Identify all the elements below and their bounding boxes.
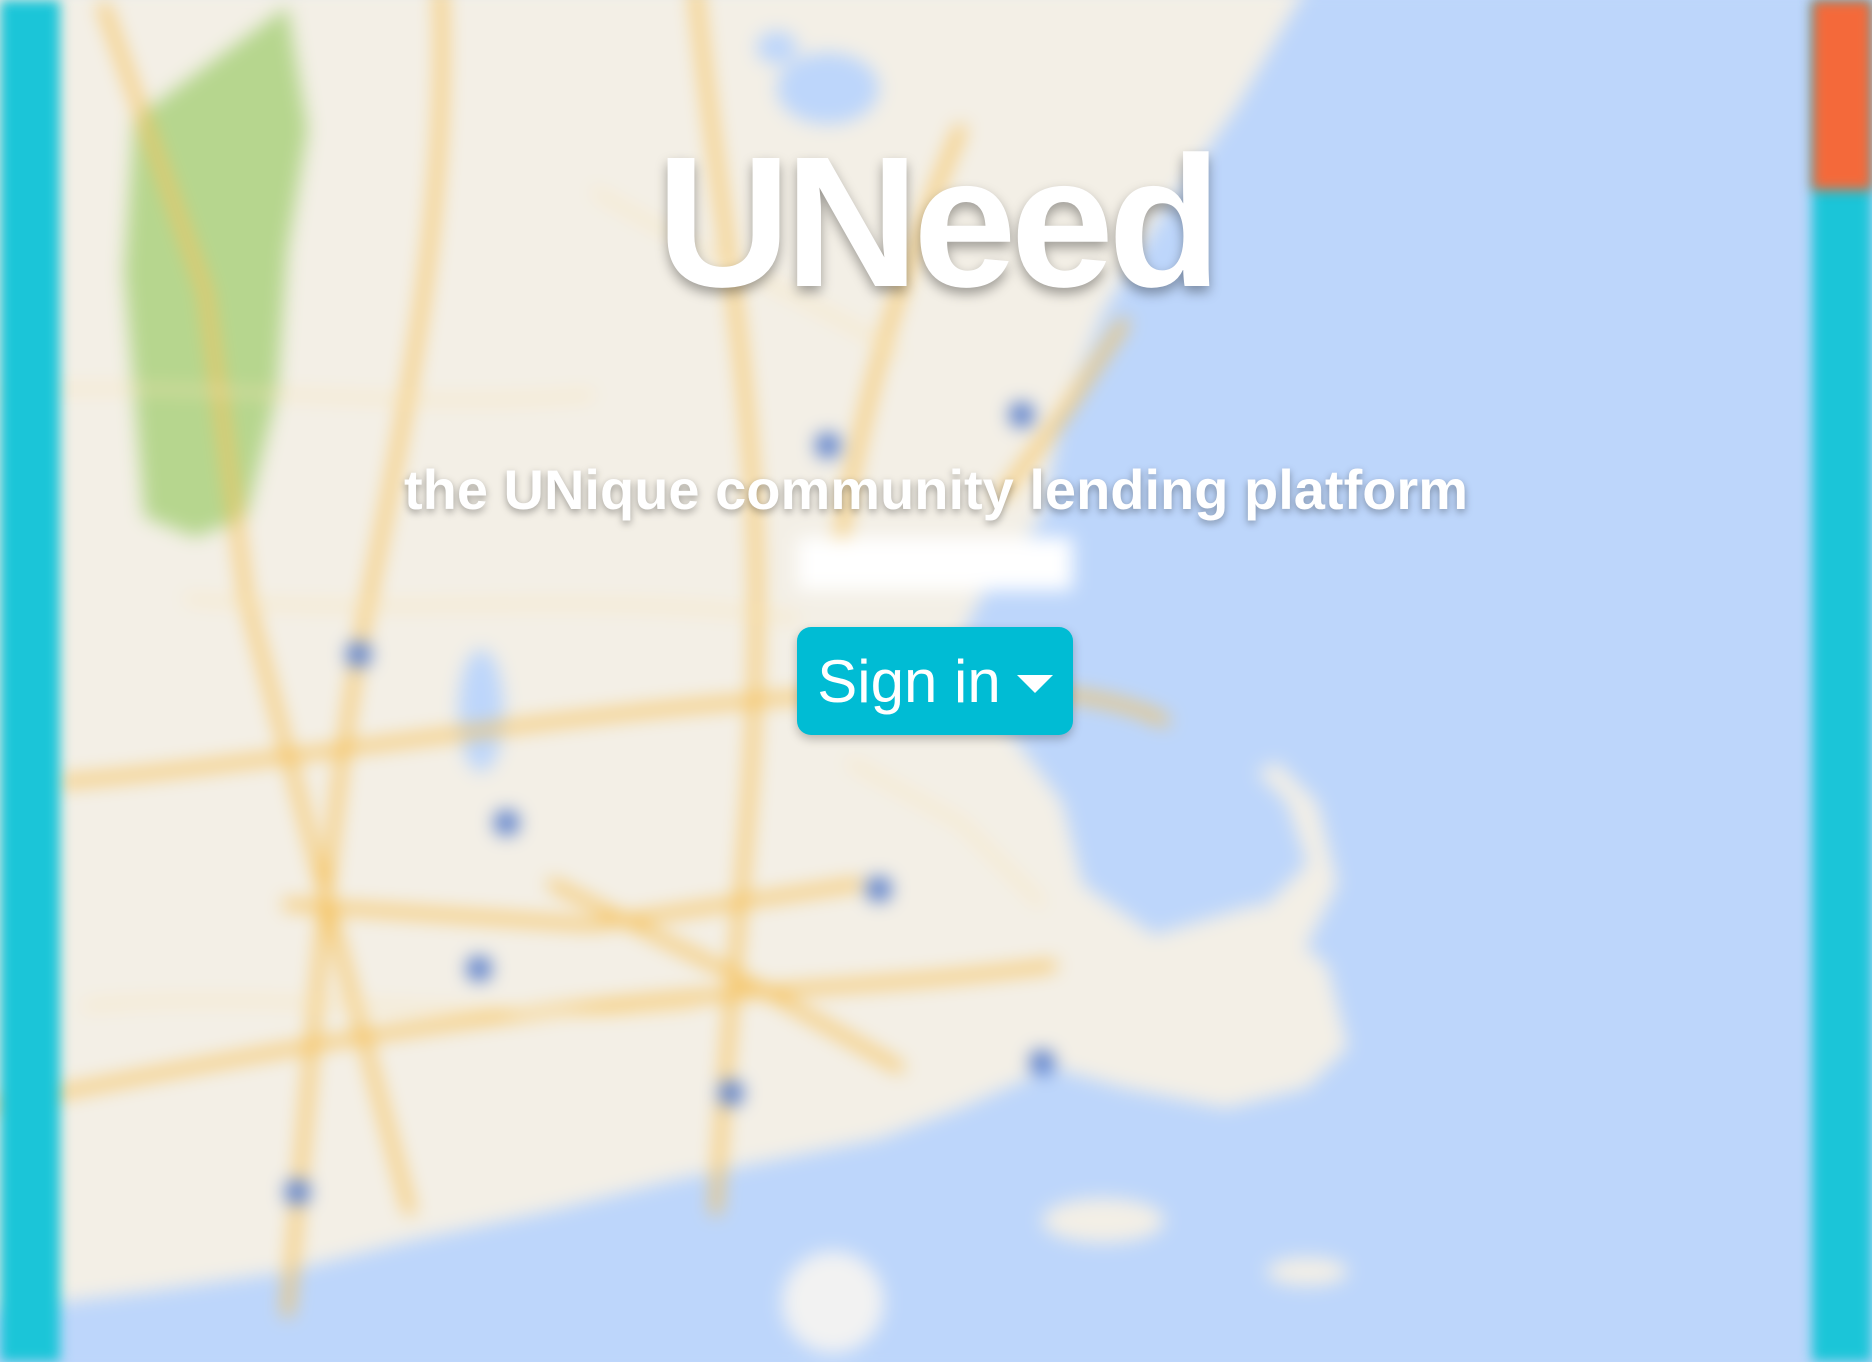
caret-down-icon [1016, 675, 1053, 693]
tagline: the UNique community lending platform [403, 458, 1469, 521]
landing-page: UNeed the UNique community lending platf… [0, 0, 1872, 1362]
sign-in-button[interactable]: Sign in [797, 627, 1073, 735]
sign-in-label: Sign in [817, 647, 1001, 715]
hero: UNeed the UNique community lending platf… [0, 0, 1872, 1362]
app-title: UNeed [656, 119, 1221, 326]
